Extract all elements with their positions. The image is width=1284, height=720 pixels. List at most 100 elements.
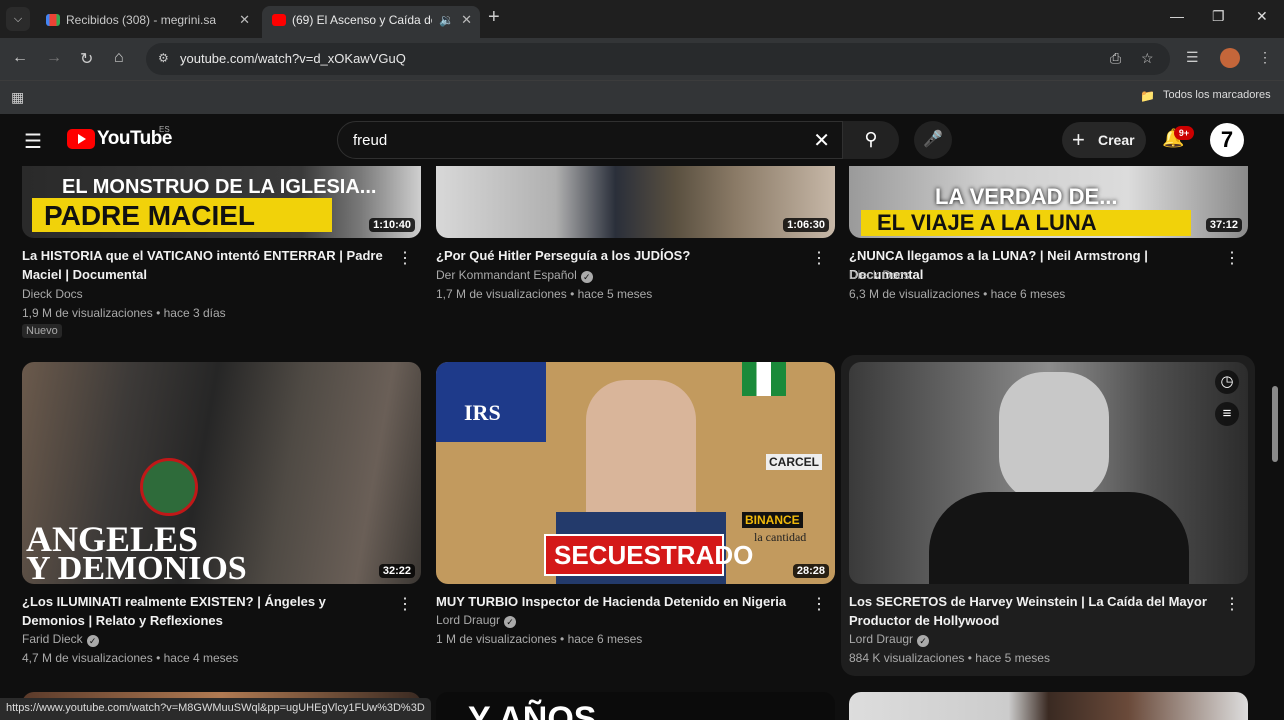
video-metadata: 1 M de visualizaciones • hace 6 meses	[436, 632, 643, 646]
back-arrow-icon[interactable]: ←	[12, 49, 28, 67]
video-thumbnail[interactable]: LA VERDAD DE... EL VIAJE A LA LUNA 37:12	[849, 166, 1248, 238]
video-metadata: 1,9 M de visualizaciones • hace 3 días	[22, 306, 226, 320]
video-title[interactable]: Los SECRETOS de Harvey Weinstein | La Ca…	[849, 592, 1219, 630]
reload-icon[interactable]: ↻	[80, 49, 93, 69]
video-thumbnail[interactable]: IRS CARCEL BINANCE la cantidad SECUESTRA…	[436, 362, 835, 584]
video-title[interactable]: MUY TURBIO Inspector de Hacienda Detenid…	[436, 592, 806, 611]
video-card[interactable]: ANGELES Y DEMONIOS 32:22 ¿Los ILUMINATI …	[22, 362, 421, 672]
portrait-face	[586, 380, 696, 530]
close-tab-icon[interactable]: ✕	[239, 6, 250, 34]
video-title[interactable]: La HISTORIA que el VATICANO intentó ENTE…	[22, 246, 392, 284]
channel-name[interactable]: Dieck Docs	[849, 268, 910, 282]
tab-search-chevron-icon[interactable]: ⌵	[6, 7, 30, 31]
thumbnail-caption: SECUESTRADO	[554, 540, 754, 570]
verified-check-icon: ✓	[917, 635, 930, 647]
channel-name[interactable]: Der Kommandant Español ✓	[436, 268, 593, 283]
close-tab-icon[interactable]: ✕	[461, 6, 472, 34]
video-thumbnail[interactable]: EL MONSTRUO DE LA IGLESIA... PADRE MACIE…	[22, 166, 421, 238]
plus-icon: +	[1072, 127, 1085, 152]
country-code: ES	[159, 125, 170, 134]
restore-icon[interactable]: ❐	[1212, 8, 1225, 25]
bookmark-star-icon[interactable]: ☆	[1141, 50, 1154, 67]
more-options-icon[interactable]: ⋮	[811, 248, 827, 268]
youtube-icon	[272, 14, 286, 26]
thumbnail-caption: Y DEMONIOS	[26, 550, 247, 584]
video-card[interactable]: ◷ ≡ Los SECRETOS de Harvey Weinstein | L…	[849, 362, 1248, 672]
more-options-icon[interactable]: ⋮	[811, 594, 827, 614]
thumbnail-caption: la cantidad	[754, 530, 807, 544]
bookmarks-bar: ▦ 📁 Todos los marcadores	[0, 80, 1284, 114]
page-scrollbar[interactable]	[1272, 386, 1278, 462]
more-options-icon[interactable]: ⋮	[397, 594, 413, 614]
search-button[interactable]: ⚲	[843, 121, 899, 159]
create-label: Crear	[1098, 132, 1135, 148]
apps-grid-icon[interactable]: ▦	[11, 89, 24, 106]
tab-title: Recibidos (308) - megrini.said@	[66, 13, 216, 27]
channel-name[interactable]: Farid Dieck ✓	[22, 632, 99, 647]
all-bookmarks-link[interactable]: Todos los marcadores	[1163, 89, 1271, 101]
forward-arrow-icon[interactable]: →	[46, 49, 62, 67]
address-toolbar: ← → ↻ ⌂ ⚙ youtube.com/watch?v=d_xOKawVGu…	[0, 38, 1284, 80]
thumbnail-caption: PADRE MACIEL	[44, 200, 256, 231]
channel-name[interactable]: Lord Draugr ✓	[436, 613, 517, 628]
tab-youtube[interactable]: (69) El Ascenso y Caída de l 🔉 ✕	[262, 6, 480, 38]
more-options-icon[interactable]: ⋮	[1224, 248, 1240, 268]
duration-badge: 37:12	[1205, 218, 1242, 232]
eye-pyramid-emblem	[140, 458, 198, 516]
duration-badge: 1:06:30	[783, 218, 829, 232]
link-status-bar: https://www.youtube.com/watch?v=M8GWMuuS…	[0, 698, 431, 720]
youtube-logo-icon[interactable]	[67, 129, 95, 149]
install-app-icon[interactable]: ⎙	[1110, 50, 1121, 67]
video-thumbnail[interactable]: ◷ ≡	[849, 362, 1248, 584]
video-metadata: 1,7 M de visualizaciones • hace 5 meses	[436, 287, 653, 301]
hamburger-menu-icon[interactable]: ☰	[24, 129, 42, 154]
verified-check-icon: ✓	[580, 271, 593, 283]
notification-count-badge: 9+	[1174, 126, 1194, 140]
duration-badge: 1:10:40	[369, 218, 415, 232]
thumbnail-caption: Y AÑOS	[468, 700, 597, 720]
video-thumbnail[interactable]: 1:06:30	[436, 166, 835, 238]
thumbnail-caption: BINANCE	[742, 512, 803, 528]
minimize-icon[interactable]: —	[1170, 8, 1184, 24]
video-grid: EL MONSTRUO DE LA IGLESIA... PADRE MACIE…	[0, 166, 1284, 720]
profile-avatar[interactable]	[1220, 48, 1240, 68]
channel-name[interactable]: Dieck Docs	[22, 287, 83, 301]
url-input[interactable]: ⚙ youtube.com/watch?v=d_xOKawVGuQ ⎙ ☆	[146, 43, 1170, 75]
video-card[interactable]: 1:06:30 ¿Por Qué Hitler Perseguía a los …	[436, 166, 835, 346]
new-tab-plus-icon[interactable]: +	[488, 6, 500, 29]
video-title[interactable]: ¿Por Qué Hitler Perseguía a los JUDÍOS?	[436, 246, 806, 265]
video-thumbnail[interactable]: ANGELES Y DEMONIOS 32:22	[22, 362, 421, 584]
search-query: freud	[353, 132, 388, 149]
new-badge: Nuevo	[22, 324, 62, 338]
thumbnail-caption: EL MONSTRUO DE LA IGLESIA...	[62, 176, 377, 198]
video-card[interactable]: LA VERDAD DE... EL VIAJE A LA LUNA 37:12…	[849, 166, 1248, 346]
video-metadata: 884 K visualizaciones • hace 5 meses	[849, 651, 1050, 665]
video-card[interactable]: EL MONSTRUO DE LA IGLESIA... PADRE MACIE…	[22, 166, 421, 346]
speaker-icon[interactable]: 🔉	[439, 6, 454, 34]
tab-gmail[interactable]: Recibidos (308) - megrini.said@ ✕	[36, 6, 258, 38]
menu-kebab-icon[interactable]: ⋮	[1258, 49, 1272, 66]
channel-name[interactable]: Lord Draugr ✓	[849, 632, 930, 647]
verified-check-icon: ✓	[86, 635, 99, 647]
reading-list-icon[interactable]: ☰	[1186, 49, 1199, 66]
more-options-icon[interactable]: ⋮	[397, 248, 413, 268]
video-thumbnail[interactable]	[849, 692, 1248, 720]
user-avatar[interactable]: 7	[1210, 123, 1244, 157]
watch-later-clock-icon[interactable]: ◷	[1215, 370, 1239, 394]
youtube-header: ☰ YouTube ES freud ✕ ⚲ 🎤 + Crear 🔔 9+ 7	[0, 114, 1284, 166]
video-title[interactable]: ¿Los ILUMINATI realmente EXISTEN? | Ánge…	[22, 592, 392, 630]
duration-badge: 28:28	[792, 564, 829, 578]
clear-search-icon[interactable]: ✕	[813, 128, 830, 153]
search-input[interactable]: freud ✕	[337, 121, 843, 159]
site-settings-icon[interactable]: ⚙	[158, 51, 169, 65]
voice-search-button[interactable]: 🎤	[914, 121, 952, 159]
channel-label: Lord Draugr	[849, 632, 914, 646]
home-icon[interactable]: ⌂	[114, 49, 124, 67]
nigeria-flag	[742, 362, 786, 396]
video-card[interactable]: IRS CARCEL BINANCE la cantidad SECUESTRA…	[436, 362, 835, 672]
add-to-queue-icon[interactable]: ≡	[1215, 402, 1239, 426]
close-window-icon[interactable]: ✕	[1256, 8, 1268, 25]
create-button[interactable]: + Crear	[1062, 122, 1146, 158]
video-thumbnail[interactable]: Y AÑOS	[436, 692, 835, 720]
more-options-icon[interactable]: ⋮	[1224, 594, 1240, 614]
